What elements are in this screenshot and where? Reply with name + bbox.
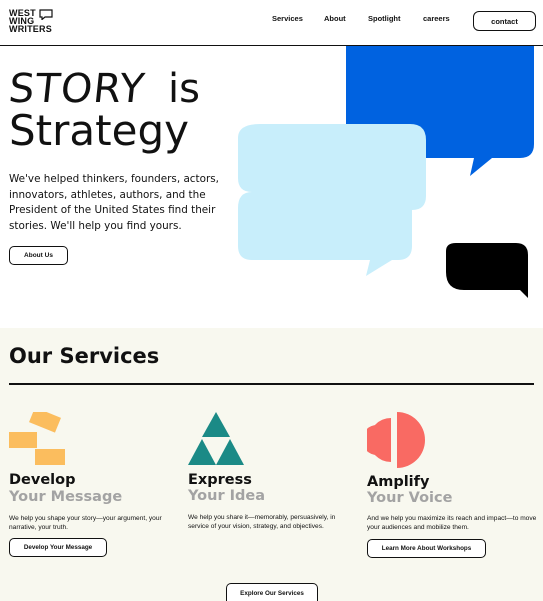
learn-more-workshops-button[interactable]: Learn More About Workshops bbox=[367, 539, 486, 558]
service-develop-subtitle: Your Message bbox=[9, 489, 123, 505]
hero-title-line-2: Strategy bbox=[9, 106, 189, 155]
offset-blocks-icon bbox=[9, 412, 65, 465]
speech-bubbles-illustration bbox=[238, 46, 534, 298]
explore-our-services-button[interactable]: Explore Our Services bbox=[226, 583, 318, 601]
service-amplify-description: And we help you maximize its reach and i… bbox=[367, 515, 537, 532]
service-amplify-subtitle: Your Voice bbox=[367, 490, 453, 506]
logo-line-3: WRITERS bbox=[9, 24, 52, 34]
light-blue-speech-bubble-icon bbox=[238, 124, 426, 276]
service-express-subtitle: Your Idea bbox=[188, 488, 266, 504]
nav-about[interactable]: About bbox=[324, 14, 346, 23]
develop-your-message-button[interactable]: Develop Your Message bbox=[9, 538, 107, 557]
contact-button[interactable]: contact bbox=[473, 11, 536, 31]
services-divider bbox=[9, 383, 534, 385]
service-express-description: We help you share it—memorably, persuasi… bbox=[188, 514, 336, 531]
logo-speech-bubble-icon bbox=[39, 9, 53, 20]
logo[interactable]: WEST WING WRITERS bbox=[9, 9, 53, 34]
triangles-icon bbox=[188, 412, 244, 465]
half-circles-icon bbox=[367, 412, 425, 468]
service-develop-description: We help you shape your story—your argume… bbox=[9, 515, 162, 532]
service-develop-title: Develop bbox=[9, 472, 76, 488]
services-title: Our Services bbox=[9, 344, 160, 368]
about-us-button[interactable]: About Us bbox=[9, 246, 68, 265]
nav-services[interactable]: Services bbox=[272, 14, 303, 23]
hero-description: We've helped thinkers, founders, actors,… bbox=[9, 173, 219, 232]
service-amplify-title: Amplify bbox=[367, 474, 430, 490]
nav-spotlight[interactable]: Spotlight bbox=[368, 14, 401, 23]
nav-careers[interactable]: careers bbox=[423, 14, 450, 23]
services-section: Our Services Develop Your Message We hel… bbox=[0, 328, 543, 601]
service-express-title: Express bbox=[188, 472, 252, 488]
black-speech-bubble-icon bbox=[446, 243, 528, 298]
site-header: WEST WING WRITERS Services About Spotlig… bbox=[0, 0, 543, 46]
